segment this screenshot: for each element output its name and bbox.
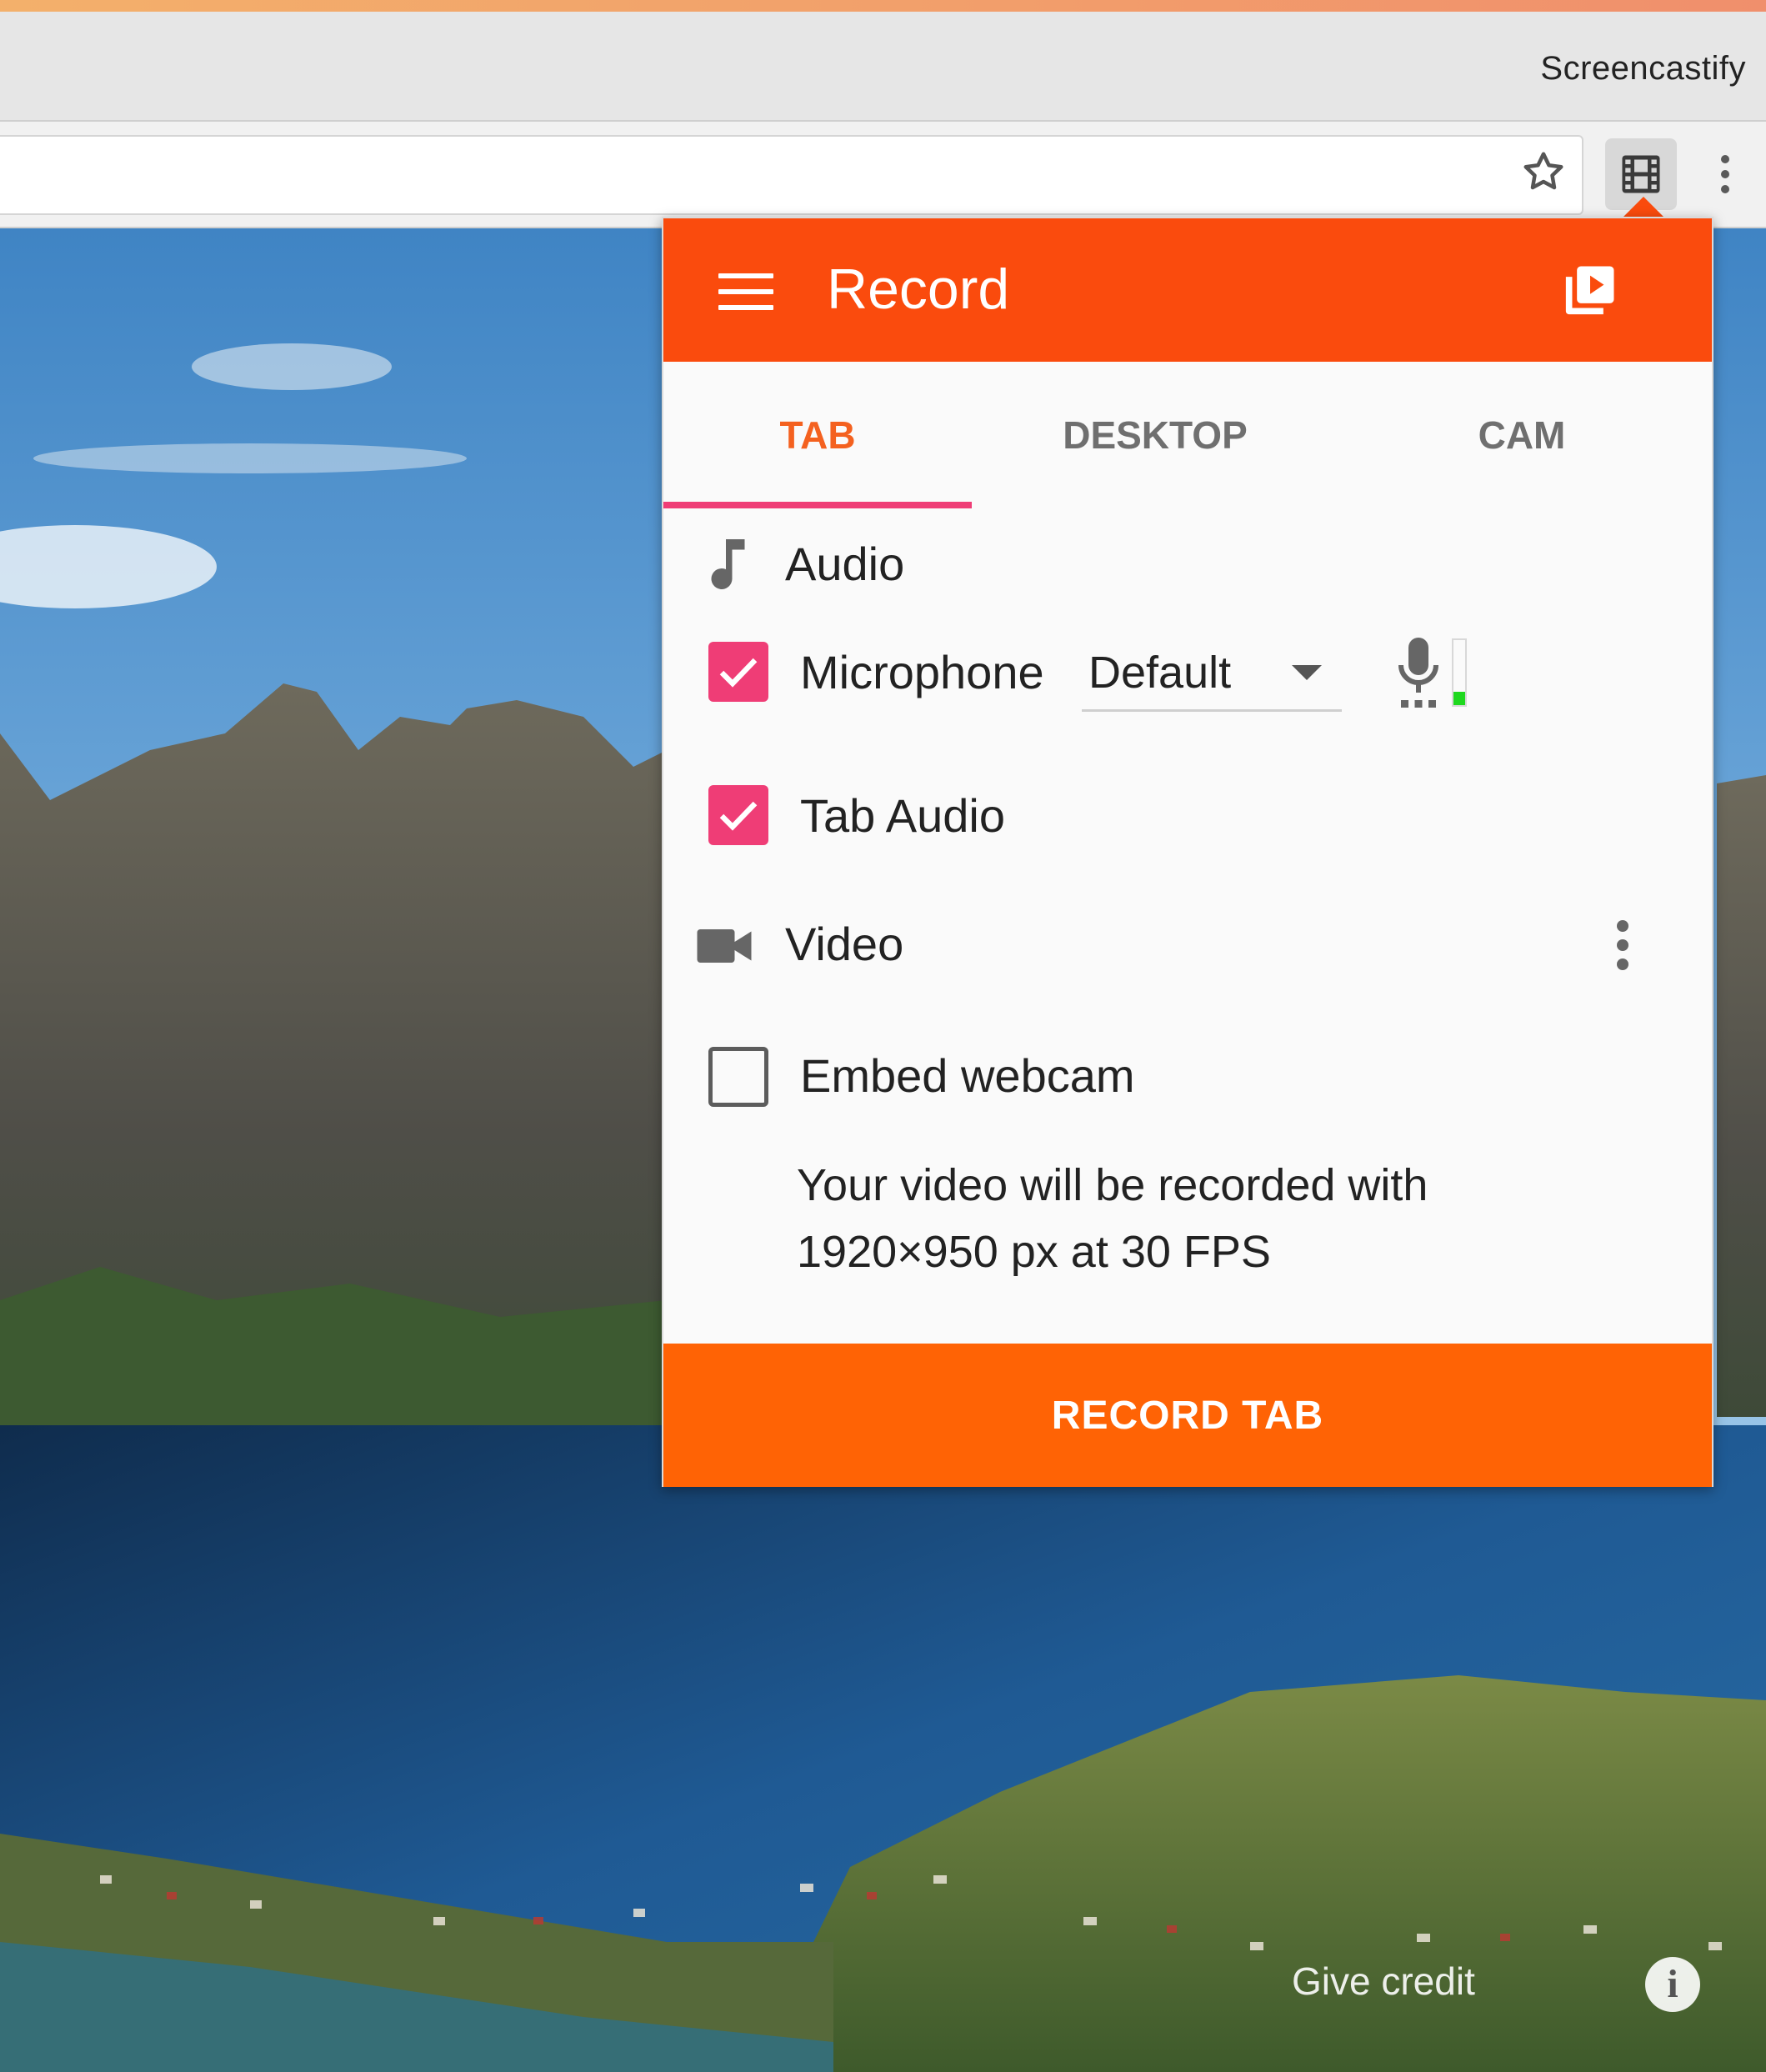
embed-webcam-checkbox[interactable]: [708, 1047, 768, 1107]
microphone-level-fill: [1453, 692, 1465, 705]
hamburger-icon[interactable]: [718, 273, 773, 310]
info-icon[interactable]: i: [1645, 1957, 1700, 2012]
microphone-device-select[interactable]: Default: [1082, 635, 1342, 712]
recording-info-text: Your video will be recorded with 1920×95…: [797, 1152, 1630, 1285]
screencastify-popup: Record TAB DESKTOP CAM Audio Microphone …: [662, 217, 1713, 1487]
microphone-level-meter: [1452, 638, 1467, 707]
tab-audio-label: Tab Audio: [800, 789, 1005, 842]
browser-menu-icon[interactable]: [1707, 150, 1743, 200]
microphone-device-value: Default: [1088, 648, 1232, 698]
videocam-icon: [697, 929, 752, 963]
audio-section-label: Audio: [785, 538, 905, 590]
check-icon: [719, 801, 758, 831]
address-bar[interactable]: [0, 135, 1583, 215]
window-title: Screencastify: [1540, 50, 1746, 87]
video-section-label: Video: [785, 918, 904, 970]
film-icon: [1622, 155, 1660, 193]
video-library-icon[interactable]: [1558, 258, 1622, 322]
chevron-down-icon: [1292, 665, 1322, 680]
popup-header: Record: [663, 218, 1712, 362]
record-tab-button[interactable]: RECORD TAB: [663, 1344, 1712, 1487]
active-tab-indicator: [663, 502, 972, 508]
popup-title: Record: [827, 258, 1010, 321]
popup-caret: [1622, 197, 1665, 218]
window-titlebar: Screencastify: [0, 12, 1766, 122]
recording-info-line-2: 1920×950 px at 30 FPS: [797, 1227, 1271, 1277]
tab-desktop[interactable]: DESKTOP: [997, 362, 1313, 508]
recording-info-line-1: Your video will be recorded with: [797, 1160, 1428, 1210]
give-credit-link[interactable]: Give credit: [1292, 1959, 1475, 2004]
record-tab-button-label: RECORD TAB: [1051, 1393, 1324, 1438]
tab-tab[interactable]: TAB: [663, 362, 972, 508]
music-note-icon: [711, 539, 745, 589]
embed-webcam-label: Embed webcam: [800, 1049, 1135, 1102]
check-icon: [719, 658, 758, 688]
browser-toolbar: [0, 122, 1766, 228]
microphone-icon: [1398, 638, 1438, 708]
tab-cam[interactable]: CAM: [1355, 362, 1688, 508]
microphone-label: Microphone: [800, 646, 1044, 698]
tab-audio-checkbox[interactable]: [708, 785, 768, 845]
window-top-strip: [0, 0, 1766, 12]
video-options-icon[interactable]: [1610, 920, 1635, 978]
microphone-checkbox[interactable]: [708, 642, 768, 702]
mode-tabs: TAB DESKTOP CAM: [663, 362, 1712, 508]
star-icon[interactable]: [1518, 147, 1568, 197]
